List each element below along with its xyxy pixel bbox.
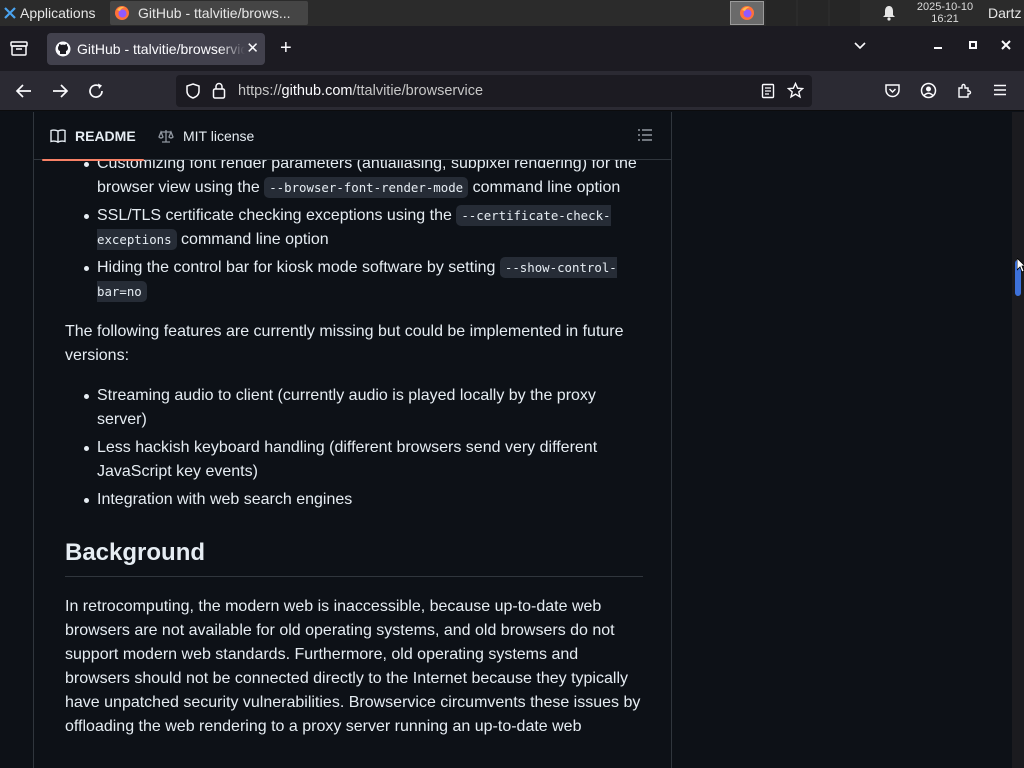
firefox-view-icon[interactable] — [10, 40, 28, 56]
tab-license-label: MIT license — [183, 128, 255, 144]
workspace-3[interactable] — [830, 0, 860, 26]
clock[interactable]: 2025-10-10 16:21 — [910, 1, 980, 25]
list-item-text: command line option — [176, 231, 329, 248]
account-icon[interactable] — [920, 82, 937, 99]
minimize-button[interactable] — [932, 38, 944, 54]
new-tab-button[interactable]: + — [280, 38, 292, 58]
taskbar-window-title: GitHub - ttalvitie/brows... — [138, 5, 291, 21]
minimize-icon — [934, 47, 942, 49]
page-scrollbar[interactable] — [1012, 112, 1024, 768]
reader-view-icon[interactable] — [761, 83, 775, 99]
lock-icon[interactable] — [212, 82, 226, 99]
readme-header: README MIT license — [34, 112, 671, 161]
inline-code: --browser-font-render-mode — [264, 177, 469, 198]
list-item: Hiding the control bar for kiosk mode so… — [84, 256, 643, 304]
forward-arrow-icon[interactable] — [51, 82, 69, 100]
github-icon — [55, 41, 71, 57]
chevron-down-icon[interactable] — [853, 41, 867, 51]
features-list: Customizing font render parameters (anti… — [65, 152, 643, 304]
missing-features-list: Streaming audio to client (currently aud… — [65, 384, 643, 512]
list-item: Streaming audio to client (currently aud… — [84, 384, 643, 432]
list-item: Less hackish keyboard handling (differen… — [84, 436, 643, 484]
scale-icon — [158, 130, 174, 143]
web-page: README MIT license Customizing font rend… — [0, 112, 1012, 768]
list-item: Integration with web search engines — [84, 488, 643, 512]
browser-navbar: https://github.com/ttalvitie/browservice — [0, 71, 1024, 111]
back-arrow-icon[interactable] — [15, 82, 33, 100]
tracking-shield-icon[interactable] — [186, 83, 200, 99]
workspace-2[interactable] — [798, 0, 828, 26]
system-taskbar: Applications GitHub - ttalvitie/brows...… — [0, 0, 1024, 26]
missing-features-intro: The following features are currently mis… — [65, 323, 624, 364]
workspace-1[interactable] — [766, 0, 796, 26]
firefox-icon — [115, 6, 129, 20]
url-bar[interactable]: https://github.com/ttalvitie/browservice — [176, 75, 812, 107]
list-item-text: command line option — [468, 179, 621, 196]
url-text[interactable]: https://github.com/ttalvitie/browservice — [238, 83, 483, 99]
maximize-icon — [969, 41, 977, 49]
list-item: SSL/TLS certificate checking exceptions … — [84, 204, 643, 252]
pocket-icon[interactable] — [884, 82, 901, 99]
readme-panel: README MIT license Customizing font rend… — [33, 112, 672, 768]
tab-close-icon[interactable]: ✕ — [246, 39, 259, 57]
taskbar-window-button[interactable]: GitHub - ttalvitie/brows... — [110, 1, 308, 25]
background-paragraph: In retrocomputing, the modern web is ina… — [65, 598, 641, 735]
hamburger-menu-icon[interactable] — [992, 82, 1008, 98]
tab-readme-label: README — [75, 128, 136, 144]
extensions-icon[interactable] — [956, 82, 973, 99]
book-icon — [50, 129, 66, 144]
tab-readme[interactable]: README — [42, 112, 144, 161]
notification-bell-icon[interactable] — [882, 5, 896, 21]
close-icon — [1001, 40, 1011, 50]
tray-firefox-button[interactable] — [730, 1, 764, 25]
firefox-icon — [740, 6, 754, 20]
url-path: /ttalvitie/browservice — [352, 83, 484, 99]
reload-icon[interactable] — [87, 82, 105, 100]
list-item-text: SSL/TLS certificate checking exceptions … — [97, 207, 457, 224]
close-window-button[interactable] — [1000, 38, 1012, 54]
mouse-cursor-icon — [1017, 258, 1024, 273]
user-menu[interactable]: Dartz — [988, 0, 1021, 26]
clock-time: 16:21 — [931, 13, 959, 25]
clock-date: 2025-10-10 — [916, 1, 974, 13]
tab-mit-license[interactable]: MIT license — [158, 112, 254, 160]
applications-icon — [4, 7, 16, 19]
list-item-text: Hiding the control bar for kiosk mode so… — [97, 259, 500, 276]
star-icon[interactable] — [787, 82, 804, 99]
readme-markdown: Customizing font render parameters (anti… — [65, 152, 643, 739]
url-host: github.com — [281, 83, 353, 99]
applications-menu[interactable]: Applications — [0, 0, 96, 26]
maximize-button[interactable] — [967, 38, 979, 54]
browser-tab-active[interactable]: GitHub - ttalvitie/browservice ✕ — [47, 33, 265, 65]
outline-list-icon[interactable] — [637, 128, 653, 142]
browser-tabstrip: GitHub - ttalvitie/browservice ✕ + — [0, 26, 1024, 71]
url-scheme: https:// — [238, 83, 282, 99]
tab-title: GitHub - ttalvitie/browservice — [77, 41, 245, 57]
applications-label: Applications — [20, 5, 96, 21]
background-heading: Background — [65, 538, 643, 577]
